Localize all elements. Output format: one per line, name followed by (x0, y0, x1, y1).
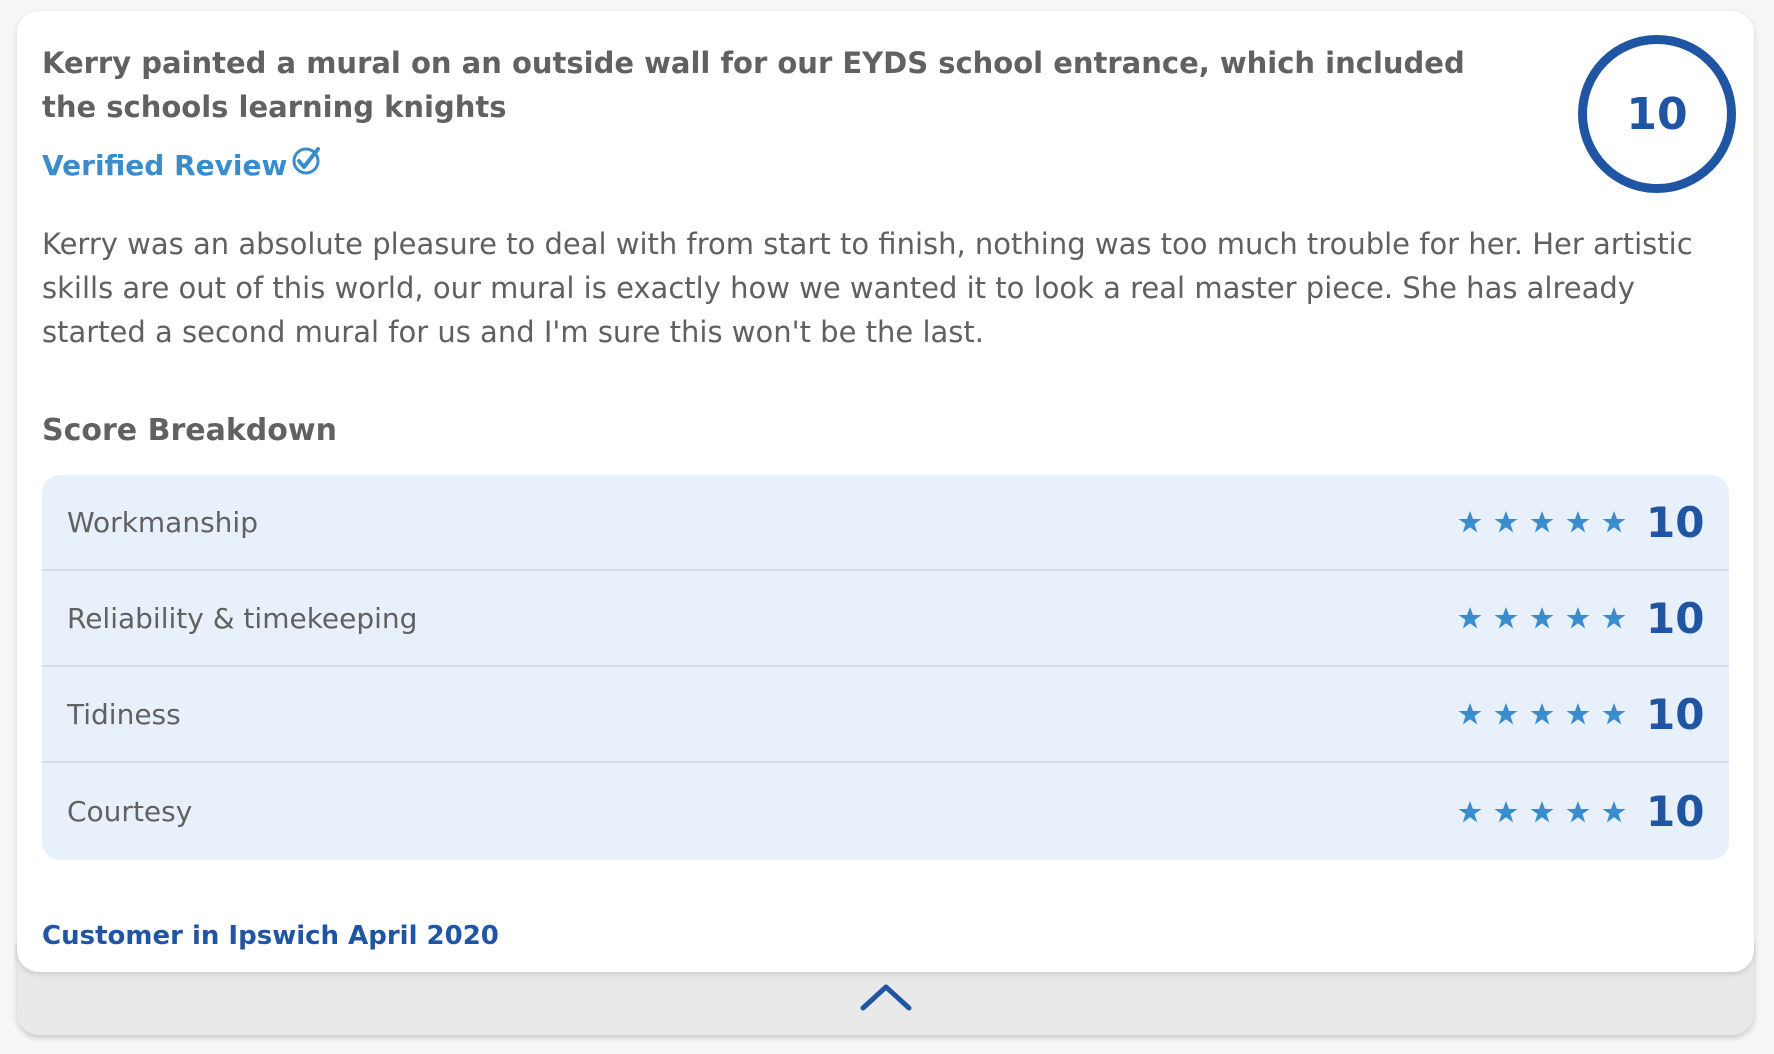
breakdown-label: Tidiness (67, 697, 181, 731)
verified-label: Verified Review (42, 149, 288, 182)
star-rating (1446, 702, 1626, 726)
star-icon (1458, 703, 1482, 725)
star-icon (1458, 511, 1482, 533)
overall-score: 10 (1626, 88, 1688, 140)
breakdown-row-tidiness: Tidiness 10 (42, 667, 1729, 763)
star-icon (1566, 703, 1590, 725)
star-icon (1494, 511, 1518, 533)
breakdown-label: Reliability & timekeeping (67, 601, 418, 635)
page: Kerry painted a mural on an outside wall… (0, 0, 1774, 1054)
star-icon (1494, 703, 1518, 725)
star-icon (1494, 607, 1518, 629)
breakdown-title: Score Breakdown (42, 413, 337, 448)
star-rating (1446, 510, 1626, 534)
star-icon (1566, 800, 1590, 822)
check-circle-icon (292, 146, 321, 174)
star-icon (1530, 703, 1554, 725)
verified-badge: Verified Review (42, 146, 321, 182)
overall-score-badge: 10 (1578, 35, 1736, 193)
star-icon (1602, 800, 1626, 822)
review-title: Kerry painted a mural on an outside wall… (42, 46, 1465, 124)
review-body: Kerry was an absolute pleasure to deal w… (42, 227, 1693, 349)
star-icon (1458, 607, 1482, 629)
breakdown-score: 10 (1646, 787, 1705, 836)
breakdown-row-workmanship: Workmanship 10 (42, 475, 1729, 571)
star-icon (1566, 511, 1590, 533)
star-icon (1530, 800, 1554, 822)
star-icon (1602, 511, 1626, 533)
breakdown-score: 10 (1646, 689, 1705, 739)
breakdown-label: Courtesy (67, 795, 193, 828)
star-icon (1602, 703, 1626, 725)
reviewer-info: Customer in Ipswich April 2020 (42, 921, 499, 951)
star-icon (1494, 800, 1518, 822)
breakdown-score: 10 (1646, 497, 1705, 547)
star-icon (1530, 511, 1554, 533)
breakdown-row-reliability: Reliability & timekeeping 10 (42, 571, 1729, 667)
score-breakdown: Workmanship 10 Reliability & timekeeping… (42, 475, 1729, 860)
breakdown-label: Workmanship (67, 505, 258, 539)
star-rating (1446, 606, 1626, 630)
breakdown-row-courtesy: Courtesy 10 (42, 763, 1729, 860)
star-icon (1566, 607, 1590, 629)
review-card: Kerry painted a mural on an outside wall… (17, 11, 1754, 972)
star-rating (1446, 800, 1626, 824)
chevron-up-icon[interactable] (860, 983, 912, 1011)
star-icon (1602, 607, 1626, 629)
breakdown-score: 10 (1646, 593, 1705, 643)
star-icon (1530, 607, 1554, 629)
star-icon (1458, 800, 1482, 822)
